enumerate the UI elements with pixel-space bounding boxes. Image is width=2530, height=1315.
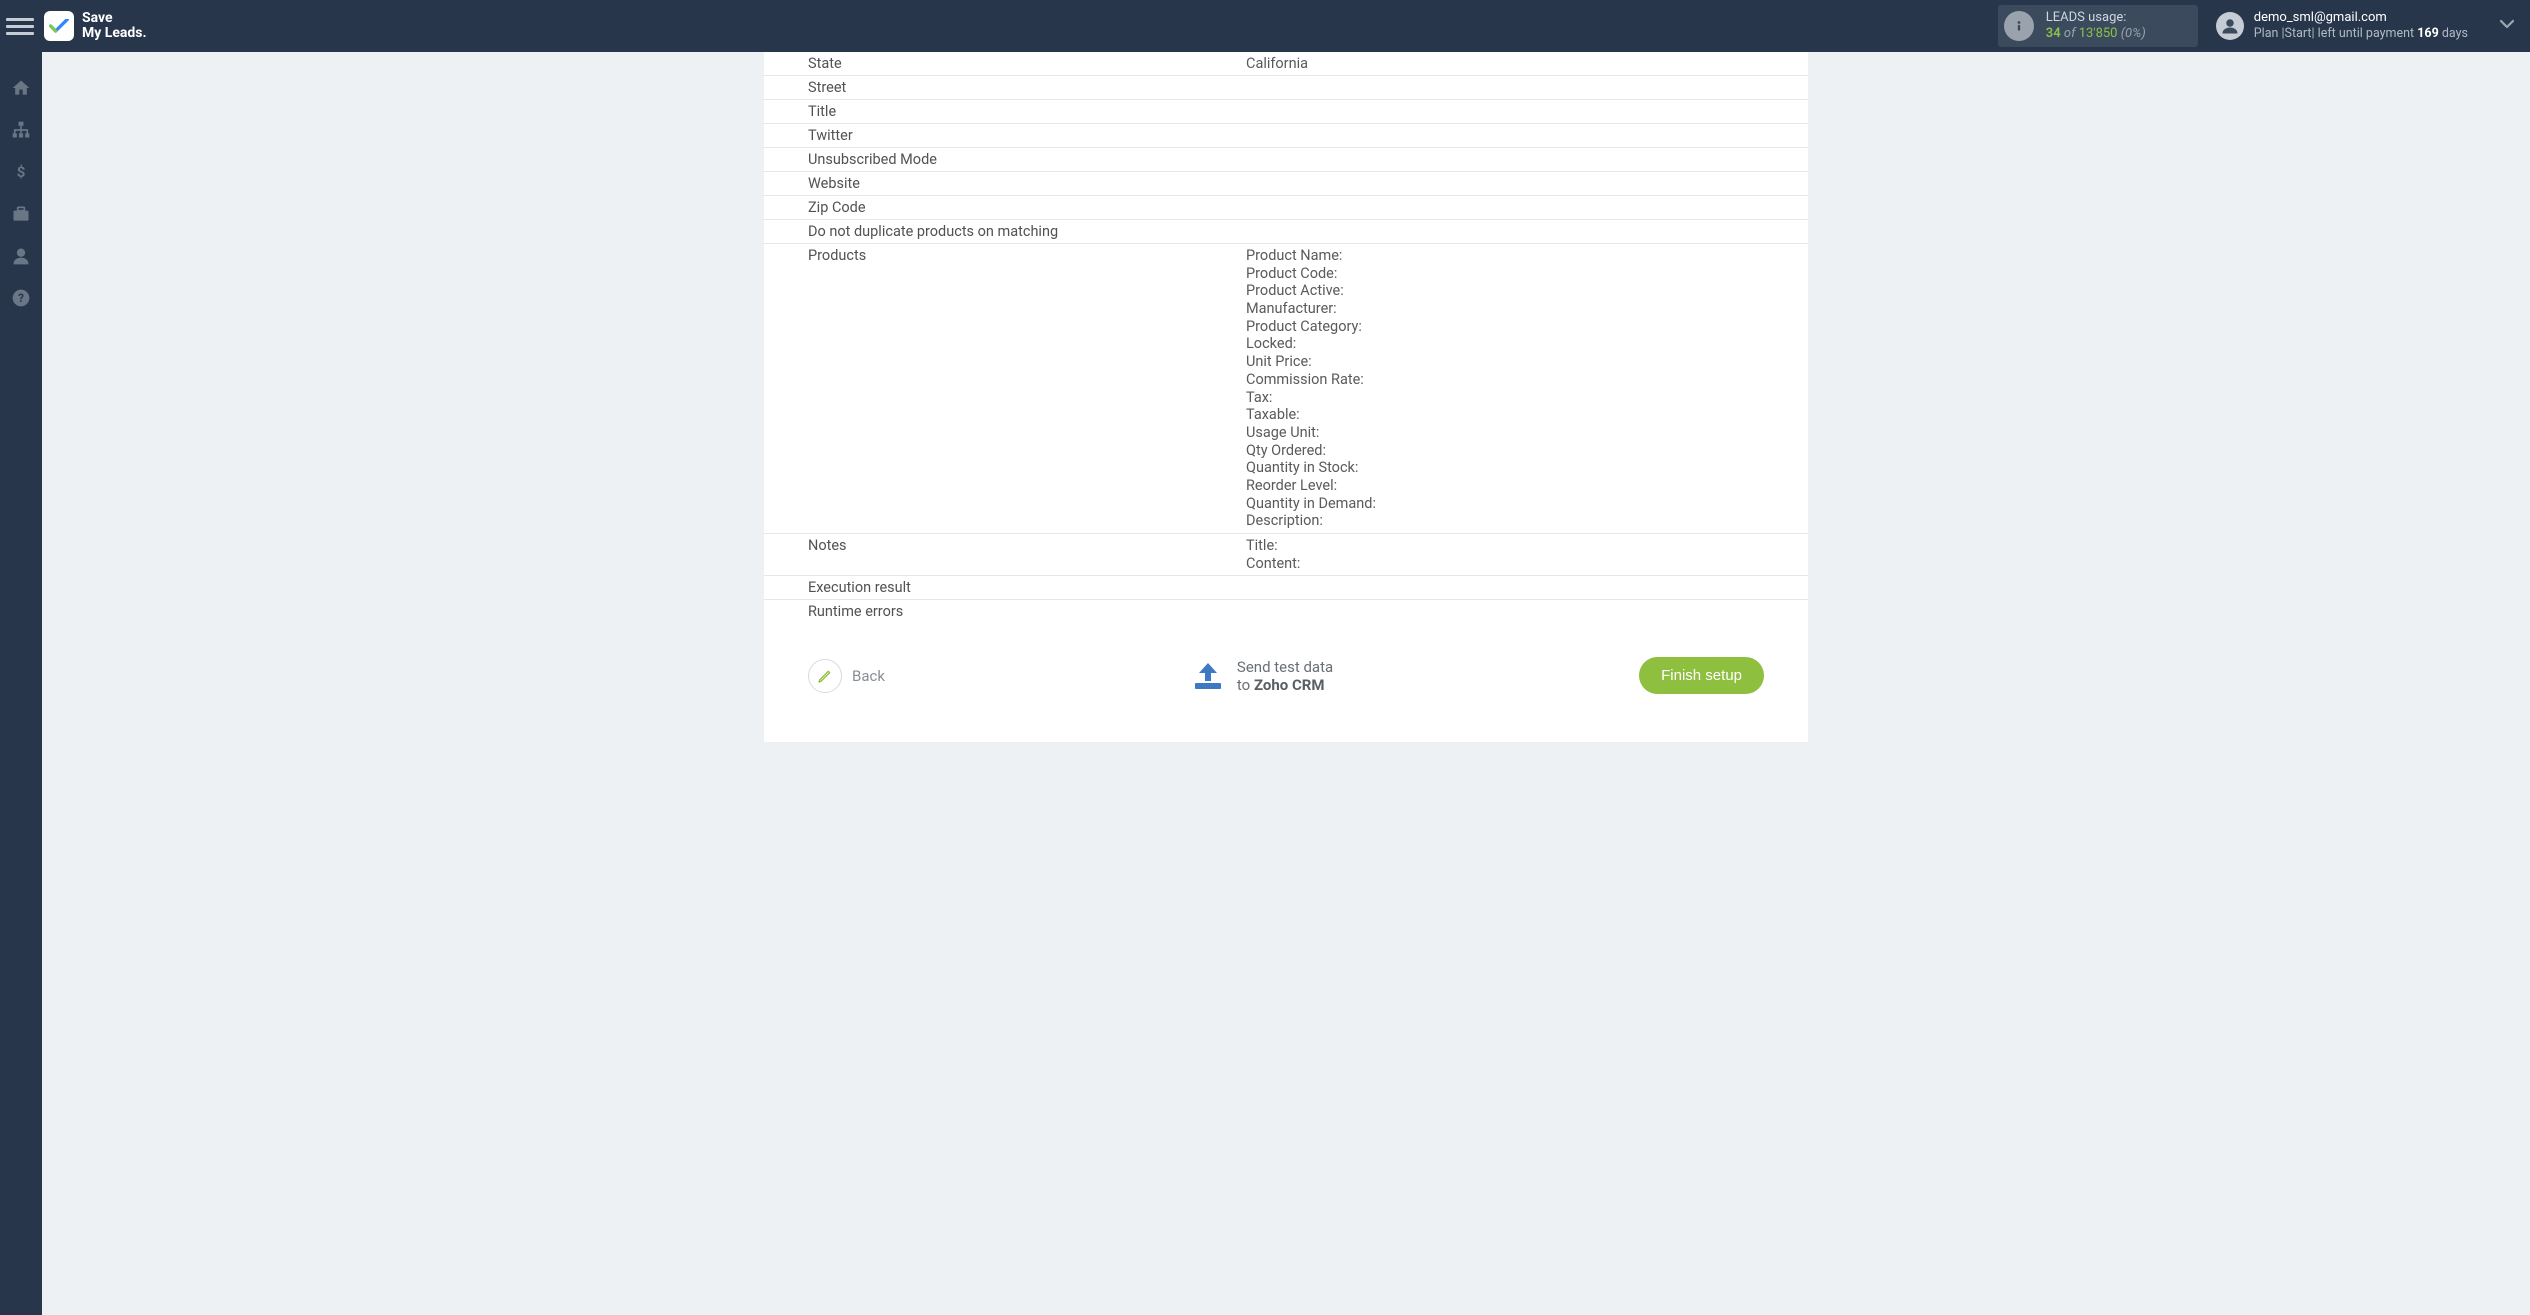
row-value: Title:Content: bbox=[1246, 534, 1808, 575]
table-row: Website bbox=[764, 172, 1808, 196]
info-icon bbox=[2004, 11, 2034, 41]
row-value bbox=[1246, 220, 1808, 243]
user-block[interactable]: demo_sml@gmail.com Plan |Start| left unt… bbox=[2216, 10, 2468, 42]
row-label: Zip Code bbox=[764, 196, 1246, 219]
row-value bbox=[1246, 172, 1808, 195]
svg-text:?: ? bbox=[18, 291, 24, 305]
briefcase-icon[interactable] bbox=[0, 200, 42, 228]
back-button[interactable]: Back bbox=[808, 659, 885, 693]
value-line: Content: bbox=[1246, 555, 1808, 573]
value-line: Product Code: bbox=[1246, 265, 1808, 283]
row-notes: Notes Title:Content: bbox=[764, 534, 1808, 576]
row-value bbox=[1246, 196, 1808, 219]
value-line: Quantity in Stock: bbox=[1246, 459, 1808, 477]
table-row: Do not duplicate products on matching bbox=[764, 220, 1808, 244]
back-label: Back bbox=[852, 667, 885, 685]
usage-panel: LEADS usage: 34 of 13'850 (0%) bbox=[1998, 5, 2198, 47]
row-value bbox=[1246, 76, 1808, 99]
footer-actions: Back Send test data to Zoho CRM Finish s… bbox=[764, 623, 1808, 694]
table-row: StateCalifornia bbox=[764, 52, 1808, 76]
row-label: Do not duplicate products on matching bbox=[764, 220, 1246, 243]
chevron-down-icon[interactable] bbox=[2468, 15, 2516, 37]
topbar: Save My Leads. LEADS usage: 34 of 13'850… bbox=[0, 0, 2530, 52]
value-line: Reorder Level: bbox=[1246, 477, 1808, 495]
table-row: Twitter bbox=[764, 124, 1808, 148]
row-products: Products Product Name:Product Code:Produ… bbox=[764, 244, 1808, 534]
value-line: Title: bbox=[1246, 537, 1808, 555]
sitemap-icon[interactable] bbox=[0, 116, 42, 144]
value-line: Quantity in Demand: bbox=[1246, 495, 1808, 513]
row-label: Products bbox=[764, 244, 1246, 533]
check-icon bbox=[49, 19, 69, 33]
value-line: Tax: bbox=[1246, 389, 1808, 407]
row-label: Website bbox=[764, 172, 1246, 195]
row-label: Execution result bbox=[764, 576, 1246, 599]
mapping-card: StateCaliforniaStreetTitleTwitterUnsubsc… bbox=[764, 52, 1808, 742]
user-icon[interactable] bbox=[0, 242, 42, 270]
value-line: Unit Price: bbox=[1246, 353, 1808, 371]
dollar-icon[interactable]: $ bbox=[0, 158, 42, 186]
value-line: Product Name: bbox=[1246, 247, 1808, 265]
value-line: Taxable: bbox=[1246, 406, 1808, 424]
finish-setup-button[interactable]: Finish setup bbox=[1639, 657, 1764, 694]
row-label: Twitter bbox=[764, 124, 1246, 147]
send-test-line1: Send test data bbox=[1237, 658, 1333, 676]
row-value: California bbox=[1246, 52, 1808, 75]
user-email: demo_sml@gmail.com bbox=[2254, 10, 2468, 26]
help-icon[interactable]: ? bbox=[0, 284, 42, 312]
row-value: Product Name:Product Code:Product Active… bbox=[1246, 244, 1808, 533]
row-value bbox=[1246, 148, 1808, 171]
value-line: Description: bbox=[1246, 512, 1808, 530]
send-test-line2: to Zoho CRM bbox=[1237, 676, 1333, 694]
row-value bbox=[1246, 576, 1808, 599]
upload-icon bbox=[1191, 661, 1225, 691]
user-plan: Plan |Start| left until payment 169 days bbox=[2254, 26, 2468, 42]
value-line: Product Category: bbox=[1246, 318, 1808, 336]
svg-text:$: $ bbox=[17, 163, 26, 181]
row-label: Street bbox=[764, 76, 1246, 99]
brand-name: Save My Leads. bbox=[82, 11, 147, 42]
table-row: Runtime errors bbox=[764, 600, 1808, 623]
pencil-icon bbox=[808, 659, 842, 693]
home-icon[interactable] bbox=[0, 74, 42, 102]
row-label: State bbox=[764, 52, 1246, 75]
sidebar: $ ? bbox=[0, 52, 42, 1315]
value-line: Qty Ordered: bbox=[1246, 442, 1808, 460]
content-area: StateCaliforniaStreetTitleTwitterUnsubsc… bbox=[42, 52, 2530, 1315]
logo[interactable] bbox=[44, 11, 74, 41]
table-row: Execution result bbox=[764, 576, 1808, 600]
row-label: Title bbox=[764, 100, 1246, 123]
row-label: Notes bbox=[764, 534, 1246, 575]
menu-toggle[interactable] bbox=[6, 12, 34, 40]
value-line: Product Active: bbox=[1246, 282, 1808, 300]
send-test-button[interactable]: Send test data to Zoho CRM bbox=[1191, 658, 1333, 694]
row-value bbox=[1246, 100, 1808, 123]
table-row: Title bbox=[764, 100, 1808, 124]
value-line: Usage Unit: bbox=[1246, 424, 1808, 442]
row-label: Runtime errors bbox=[764, 600, 1246, 623]
row-value bbox=[1246, 124, 1808, 147]
table-row: Unsubscribed Mode bbox=[764, 148, 1808, 172]
value-line: Manufacturer: bbox=[1246, 300, 1808, 318]
table-row: Zip Code bbox=[764, 196, 1808, 220]
value-line: Locked: bbox=[1246, 335, 1808, 353]
usage-label: LEADS usage: bbox=[2046, 10, 2146, 26]
value-line: Commission Rate: bbox=[1246, 371, 1808, 389]
avatar-icon bbox=[2216, 12, 2244, 40]
usage-numbers: 34 of 13'850 (0%) bbox=[2046, 26, 2146, 42]
row-value bbox=[1246, 600, 1808, 623]
row-label: Unsubscribed Mode bbox=[764, 148, 1246, 171]
table-row: Street bbox=[764, 76, 1808, 100]
